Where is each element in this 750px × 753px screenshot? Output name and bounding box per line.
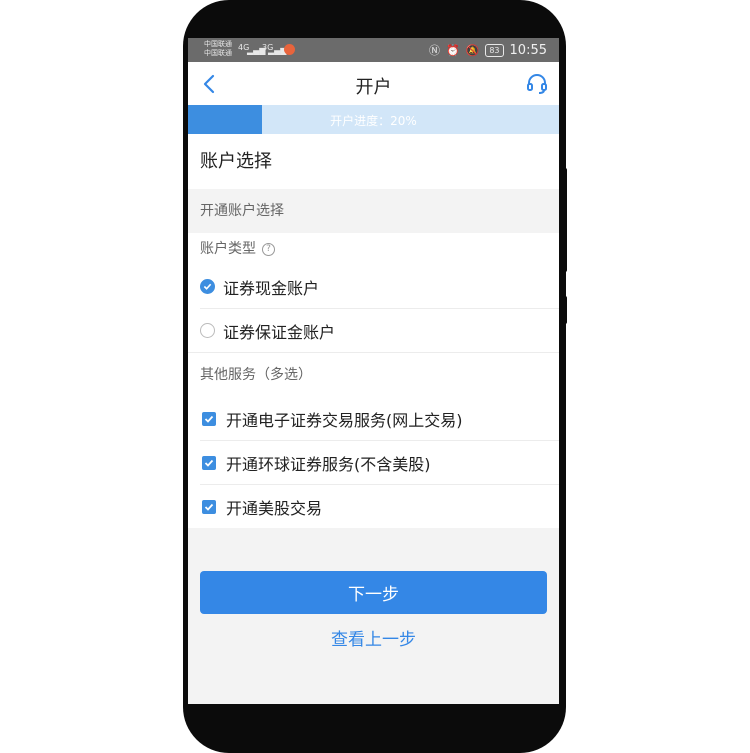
account-type-card: 账户类型 ? 证券现金账户 证券保证金账户 <box>188 233 559 352</box>
radio-label: 证券现金账户 <box>223 278 320 298</box>
carrier-labels: 中国联通 中国联通 <box>204 40 232 58</box>
checkbox-option-online-trading[interactable]: 开通电子证券交易服务(网上交易) <box>200 397 559 441</box>
checkbox-option-us-stocks[interactable]: 开通美股交易 <box>200 485 559 528</box>
checkbox-label: 开通电子证券交易服务(网上交易) <box>226 410 463 430</box>
carrier-1: 中国联通 <box>204 40 232 48</box>
radio-unchecked-icon <box>200 323 215 338</box>
next-step-button[interactable]: 下一步 <box>200 571 547 614</box>
help-icon[interactable]: ? <box>262 242 275 256</box>
radio-checked-icon <box>200 279 215 294</box>
checkbox-checked-icon <box>202 411 216 426</box>
account-type-label: 账户类型 <box>200 241 256 257</box>
checkbox-option-global-securities[interactable]: 开通环球证券服务(不含美股) <box>200 441 559 485</box>
status-right: Ⓝ ⏰ 🔕 83 10:55 <box>429 42 547 58</box>
progress-label: 开户进度：20% <box>330 114 417 128</box>
other-services-card: 其他服务（多选） 开通电子证券交易服务(网上交易) 开通环球证券服务(不含美股)… <box>188 352 559 528</box>
headset-icon <box>527 74 547 94</box>
status-time: 10:55 <box>509 42 547 58</box>
status-bar: 中国联通 中国联通 4G ▂▄▆ 3G ▂▄▆ Ⓝ ⏰ 🔕 83 10:55 <box>188 38 559 62</box>
carrier-2: 中国联通 <box>204 49 232 57</box>
battery-icon: 83 <box>485 43 504 57</box>
page-title: 开户 <box>355 77 392 98</box>
other-services-label: 其他服务（多选） <box>200 367 312 383</box>
phone-screen: 中国联通 中国联通 4G ▂▄▆ 3G ▂▄▆ Ⓝ ⏰ 🔕 83 10:55 开… <box>188 38 559 704</box>
checkbox-checked-icon <box>202 455 216 470</box>
mute-icon: 🔕 <box>465 43 480 57</box>
app-notification-icon <box>284 44 295 55</box>
radio-option-cash-account[interactable]: 证券现金账户 <box>200 265 559 309</box>
nav-bar: 开户 <box>188 62 559 105</box>
radio-label: 证券保证金账户 <box>223 322 336 342</box>
radio-option-margin-account[interactable]: 证券保证金账户 <box>200 309 559 352</box>
customer-service-button[interactable] <box>525 72 549 96</box>
checkbox-label: 开通环球证券服务(不含美股) <box>226 454 431 474</box>
account-type-label-row: 账户类型 ? <box>200 233 559 265</box>
checkbox-label: 开通美股交易 <box>226 498 323 518</box>
section-title: 账户选择 <box>188 134 559 189</box>
group-header: 开通账户选择 <box>188 189 559 233</box>
view-previous-step-link[interactable]: 查看上一步 <box>188 625 559 650</box>
progress-bar: 开户进度：20% <box>188 105 559 134</box>
checkbox-checked-icon <box>202 499 216 514</box>
volume-button <box>562 168 567 272</box>
alarm-icon: ⏰ <box>445 43 460 57</box>
power-button <box>562 296 567 324</box>
nfc-icon: Ⓝ <box>428 44 440 57</box>
